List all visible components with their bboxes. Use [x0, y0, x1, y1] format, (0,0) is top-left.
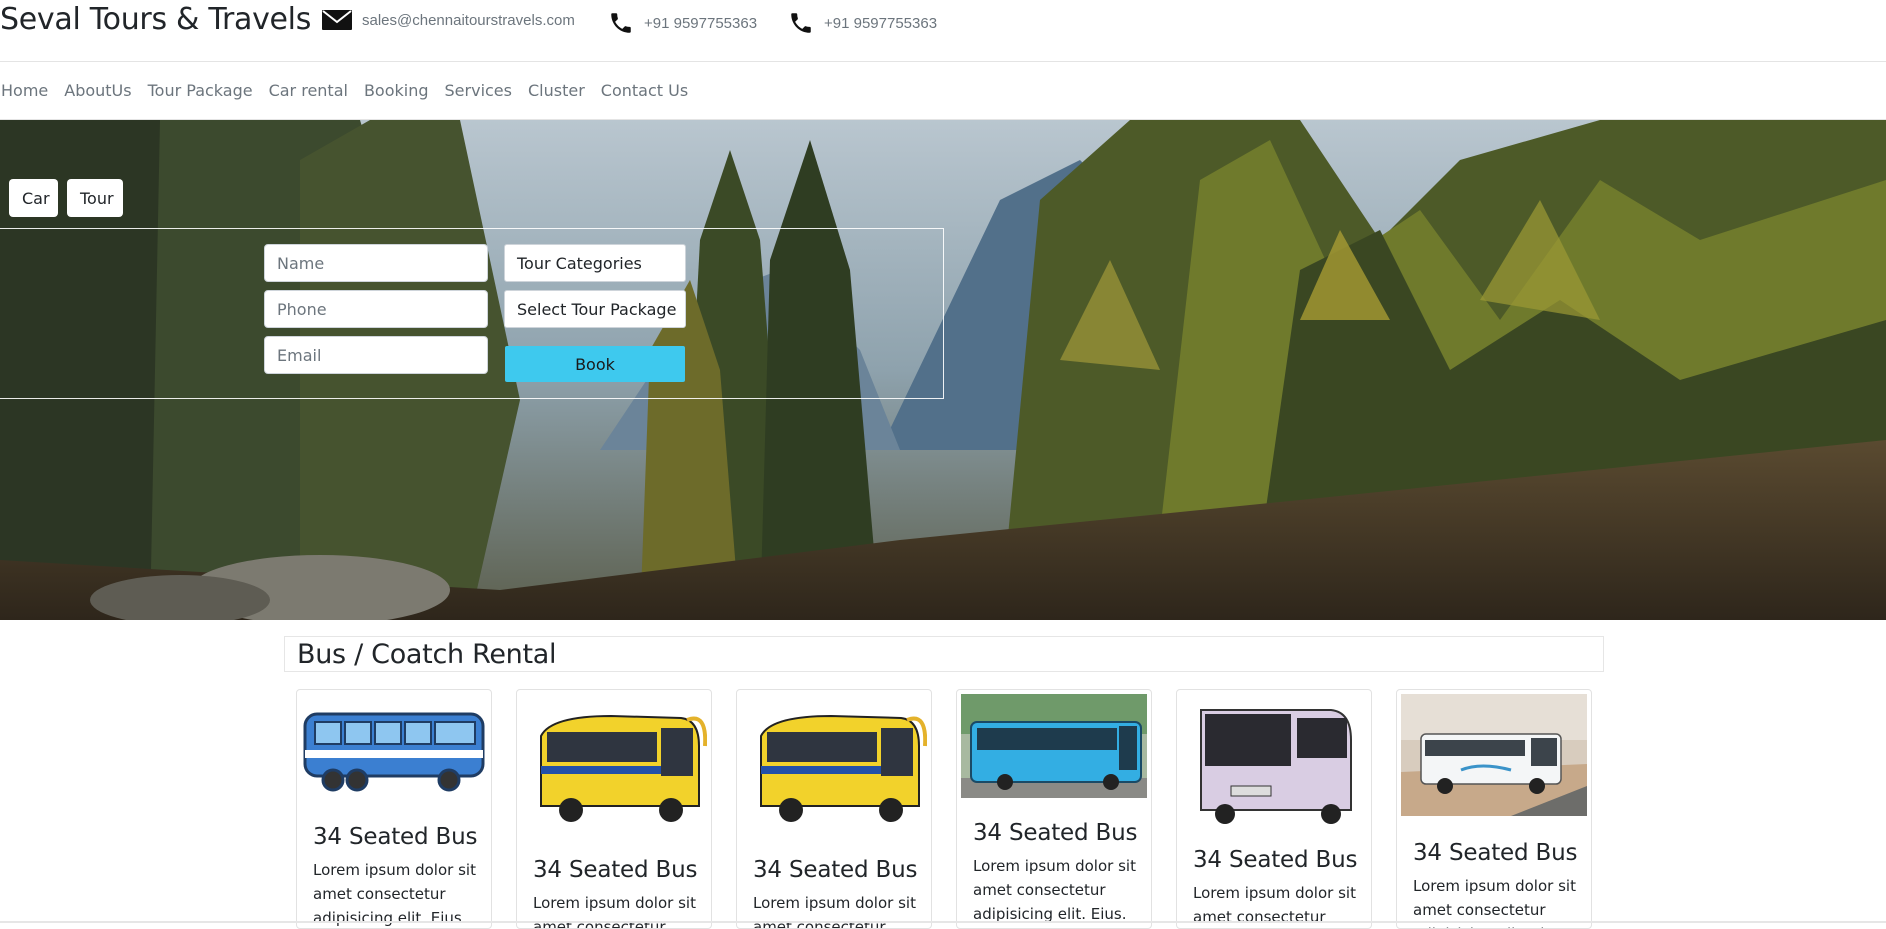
- nav-contact-us[interactable]: Contact Us: [601, 81, 688, 100]
- white-coach-bus-image: [1401, 694, 1587, 816]
- hero-banner: Car Tour Tour Categories Select Tour Pac…: [0, 120, 1886, 620]
- card-title: 34 Seated Bus: [753, 857, 918, 883]
- tour-categories-select[interactable]: Tour Categories: [504, 244, 686, 282]
- phone-text-1: +91 9597755363: [644, 14, 758, 32]
- bus-card[interactable]: 34 Seated Bus Lorem ipsum dolor sit amet…: [1176, 689, 1372, 929]
- card-title: 34 Seated Bus: [533, 857, 698, 883]
- email-input[interactable]: [264, 336, 488, 374]
- tab-car[interactable]: Car: [9, 179, 58, 217]
- contact-phone-1[interactable]: +91 9597755363: [608, 10, 757, 36]
- phone-icon: [791, 13, 811, 33]
- section-header: Bus / Coatch Rental: [284, 636, 1604, 672]
- lilac-coach-bus-image: [1200, 709, 1352, 824]
- bus-card[interactable]: 34 Seated Bus Lorem ipsum dolor sit amet…: [1396, 689, 1592, 929]
- brand-title: Seval Tours & Travels: [0, 2, 312, 37]
- name-input[interactable]: [264, 244, 488, 282]
- nav-cluster[interactable]: Cluster: [528, 81, 585, 100]
- bus-card[interactable]: 34 Seated Bus Lorem ipsum dolor sit amet…: [956, 689, 1152, 929]
- tour-package-select[interactable]: Select Tour Package: [504, 290, 686, 328]
- nav-home[interactable]: Home: [1, 81, 48, 100]
- email-text: sales@chennaitourstravels.com: [362, 11, 575, 29]
- main-nav: Home AboutUs Tour Package Car rental Boo…: [0, 62, 1886, 120]
- card-title: 34 Seated Bus: [973, 820, 1138, 846]
- nav-car-rental[interactable]: Car rental: [269, 81, 348, 100]
- card-title: 34 Seated Bus: [313, 824, 478, 850]
- nav-booking[interactable]: Booking: [364, 81, 429, 100]
- book-button[interactable]: Book: [505, 346, 685, 382]
- nav-tour-package[interactable]: Tour Package: [148, 81, 253, 100]
- section-title: Bus / Coatch Rental: [297, 638, 557, 670]
- bus-card[interactable]: 34 Seated Bus Lorem ipsum dolor sit amet…: [516, 689, 712, 929]
- blue-city-bus-image: [961, 694, 1147, 798]
- yellow-school-bus-image: [760, 714, 927, 822]
- top-bar: Seval Tours & Travels sales@chennaitours…: [0, 0, 1886, 62]
- bus-card[interactable]: 34 Seated Bus Lorem ipsum dolor sit amet…: [296, 689, 492, 929]
- card-text: Lorem ipsum dolor sit amet consectetur a…: [533, 894, 696, 929]
- phone-icon: [611, 13, 631, 33]
- nav-services[interactable]: Services: [445, 81, 512, 100]
- yellow-school-bus-image: [540, 714, 707, 822]
- nav-aboutus[interactable]: AboutUs: [64, 81, 131, 100]
- phone-input[interactable]: [264, 290, 488, 328]
- card-title: 34 Seated Bus: [1413, 840, 1578, 866]
- card-text: Lorem ipsum dolor sit amet consectetur a…: [313, 861, 476, 927]
- card-text: Lorem ipsum dolor sit amet consectetur a…: [973, 857, 1136, 923]
- bus-card[interactable]: 34 Seated Bus Lorem ipsum dolor sit amet…: [736, 689, 932, 929]
- phone-text-2: +91 9597755363: [824, 14, 938, 32]
- tab-tour[interactable]: Tour: [67, 179, 123, 217]
- envelope-icon: [322, 10, 352, 30]
- card-text: Lorem ipsum dolor sit amet consectetur a…: [753, 894, 916, 929]
- contact-email[interactable]: sales@chennaitourstravels.com: [322, 10, 575, 30]
- blue-cartoon-bus-image: [303, 712, 485, 792]
- card-title: 34 Seated Bus: [1193, 847, 1358, 873]
- contact-phone-2[interactable]: +91 9597755363: [788, 10, 937, 36]
